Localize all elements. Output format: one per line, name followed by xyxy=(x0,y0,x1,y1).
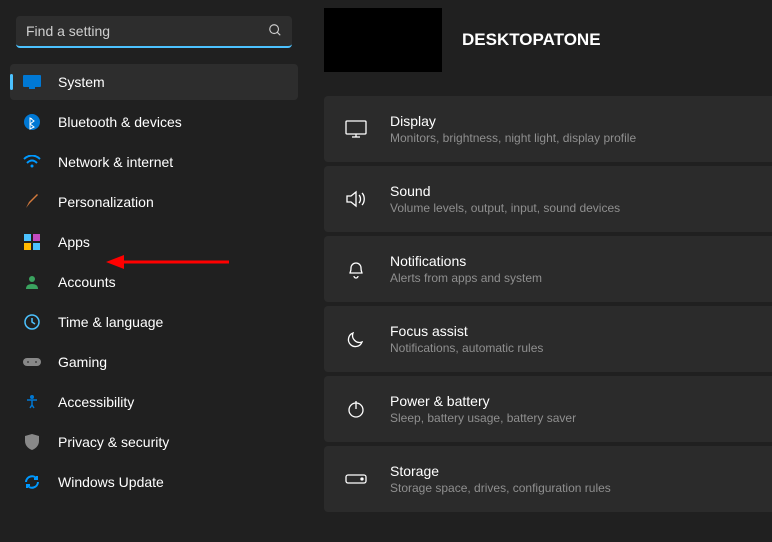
display-icon xyxy=(344,117,368,141)
accessibility-icon xyxy=(22,392,42,412)
search-box[interactable] xyxy=(16,16,292,48)
nav-label: Network & internet xyxy=(58,154,173,170)
nav-label: Bluetooth & devices xyxy=(58,114,182,130)
search-input[interactable] xyxy=(26,23,268,39)
card-notifications[interactable]: Notifications Alerts from apps and syste… xyxy=(324,236,772,302)
nav-item-apps[interactable]: Apps xyxy=(10,224,298,260)
card-title: Focus assist xyxy=(390,323,543,339)
nav-item-update[interactable]: Windows Update xyxy=(10,464,298,500)
search-icon xyxy=(268,23,282,40)
device-name: DESKTOPATONE xyxy=(462,30,601,50)
nav-label: Personalization xyxy=(58,194,154,210)
nav-item-time[interactable]: Time & language xyxy=(10,304,298,340)
card-display[interactable]: Display Monitors, brightness, night ligh… xyxy=(324,96,772,162)
card-sub: Alerts from apps and system xyxy=(390,271,542,285)
nav-item-privacy[interactable]: Privacy & security xyxy=(10,424,298,460)
card-title: Display xyxy=(390,113,636,129)
nav-label: Privacy & security xyxy=(58,434,169,450)
power-icon xyxy=(344,397,368,421)
card-sub: Sleep, battery usage, battery saver xyxy=(390,411,576,425)
wifi-icon xyxy=(22,152,42,172)
bluetooth-icon xyxy=(22,112,42,132)
person-icon xyxy=(22,272,42,292)
nav-label: Time & language xyxy=(58,314,163,330)
card-sound[interactable]: Sound Volume levels, output, input, soun… xyxy=(324,166,772,232)
nav-list: System Bluetooth & devices Network & int… xyxy=(10,64,298,500)
nav-label: Accounts xyxy=(58,274,116,290)
display-icon xyxy=(22,72,42,92)
card-sub: Monitors, brightness, night light, displ… xyxy=(390,131,636,145)
update-icon xyxy=(22,472,42,492)
settings-card-list: Display Monitors, brightness, night ligh… xyxy=(324,96,772,512)
nav-item-bluetooth[interactable]: Bluetooth & devices xyxy=(10,104,298,140)
clock-icon xyxy=(22,312,42,332)
card-title: Storage xyxy=(390,463,611,479)
card-sub: Notifications, automatic rules xyxy=(390,341,543,355)
nav-label: System xyxy=(58,74,105,90)
nav-label: Apps xyxy=(58,234,90,250)
card-focus[interactable]: Focus assist Notifications, automatic ru… xyxy=(324,306,772,372)
card-storage[interactable]: Storage Storage space, drives, configura… xyxy=(324,446,772,512)
card-title: Power & battery xyxy=(390,393,576,409)
card-sub: Volume levels, output, input, sound devi… xyxy=(390,201,620,215)
sound-icon xyxy=(344,187,368,211)
moon-icon xyxy=(344,327,368,351)
nav-label: Gaming xyxy=(58,354,107,370)
nav-label: Windows Update xyxy=(58,474,164,490)
nav-item-accounts[interactable]: Accounts xyxy=(10,264,298,300)
avatar xyxy=(324,8,442,72)
brush-icon xyxy=(22,192,42,212)
gamepad-icon xyxy=(22,352,42,372)
apps-icon xyxy=(22,232,42,252)
card-power[interactable]: Power & battery Sleep, battery usage, ba… xyxy=(324,376,772,442)
nav-label: Accessibility xyxy=(58,394,134,410)
shield-icon xyxy=(22,432,42,452)
sidebar: System Bluetooth & devices Network & int… xyxy=(0,0,308,542)
card-title: Notifications xyxy=(390,253,542,269)
nav-item-personalization[interactable]: Personalization xyxy=(10,184,298,220)
bell-icon xyxy=(344,257,368,281)
nav-item-accessibility[interactable]: Accessibility xyxy=(10,384,298,420)
nav-item-system[interactable]: System xyxy=(10,64,298,100)
storage-icon xyxy=(344,467,368,491)
card-sub: Storage space, drives, configuration rul… xyxy=(390,481,611,495)
main-panel: DESKTOPATONE Display Monitors, brightnes… xyxy=(308,0,772,542)
nav-item-gaming[interactable]: Gaming xyxy=(10,344,298,380)
card-title: Sound xyxy=(390,183,620,199)
header: DESKTOPATONE xyxy=(324,8,772,72)
nav-item-network[interactable]: Network & internet xyxy=(10,144,298,180)
